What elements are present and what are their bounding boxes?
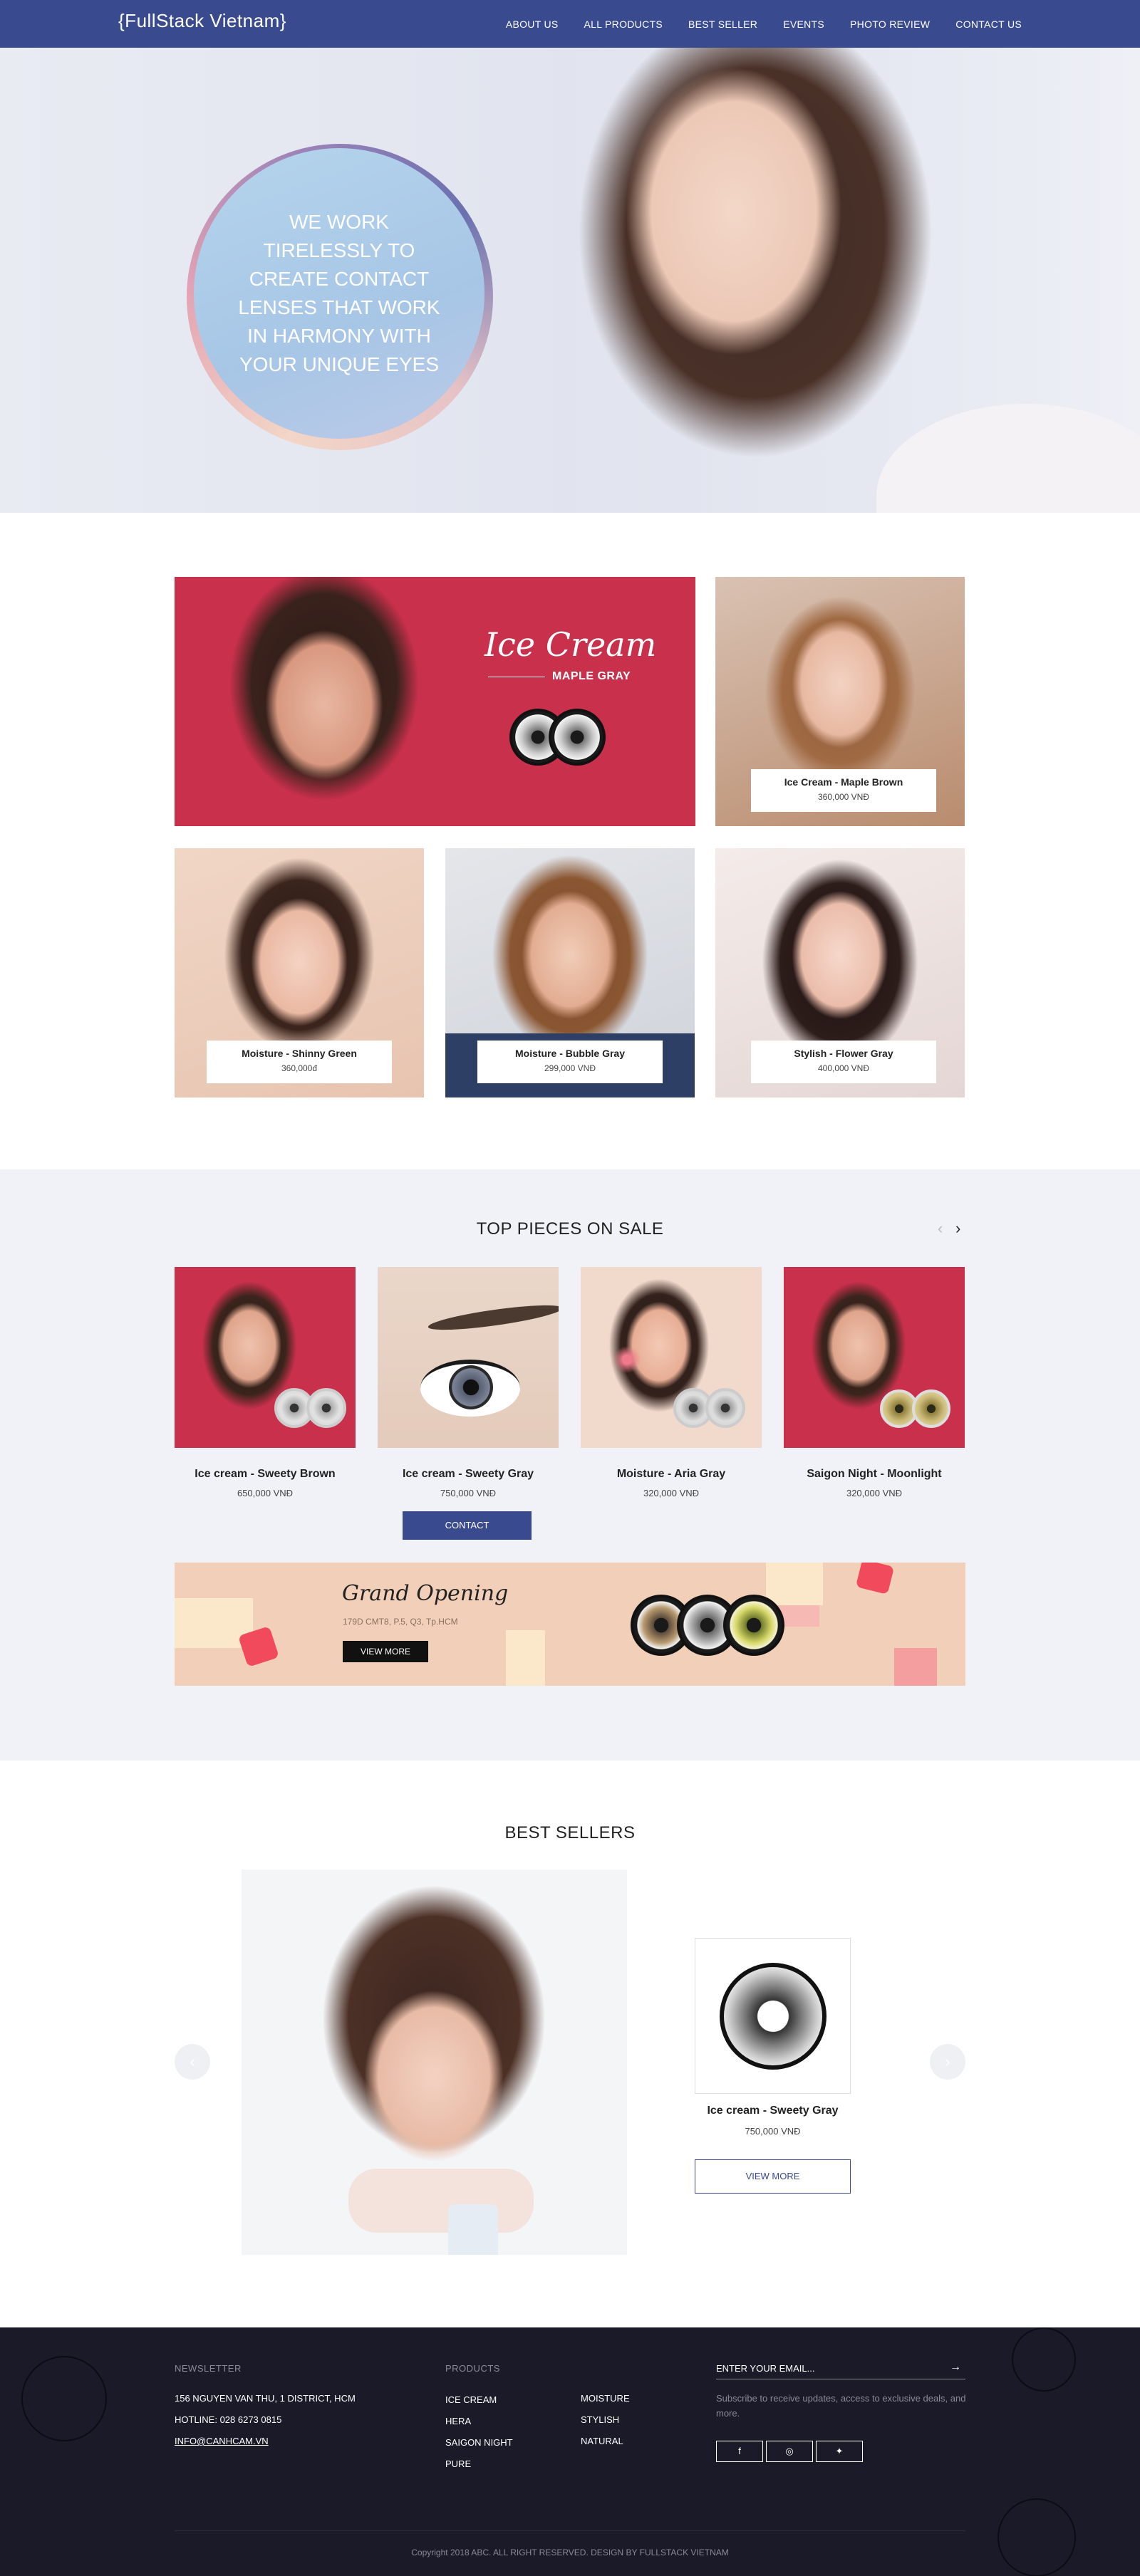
- footer-email-link[interactable]: INFO@CANHCAM.VN: [175, 2436, 269, 2446]
- banner-title: Ice Cream: [484, 625, 657, 664]
- footer-copyright: Copyright 2018 ABC. ALL RIGHT RESERVED. …: [411, 2548, 729, 2557]
- product-name: Moisture - Aria Gray: [616, 1468, 726, 1480]
- product-image: [378, 1267, 559, 1448]
- contact-button[interactable]: CONTACT: [403, 1511, 532, 1540]
- best-seller-next-icon[interactable]: ›: [930, 2044, 965, 2080]
- footer-hotline: HOTLINE: 028 6273 0815: [175, 2414, 282, 2425]
- newsletter-email-input[interactable]: [716, 2358, 965, 2379]
- product-price: 650,000 VNĐ: [237, 1488, 294, 1498]
- product-name: Saigon Night - Moonlight: [807, 1468, 942, 1480]
- best-seller-prev-icon[interactable]: ‹: [175, 2044, 210, 2080]
- footer-address: 156 NGUYEN VAN THU, 1 DISTRICT, HCM: [175, 2393, 356, 2404]
- products-heading: PRODUCTS: [445, 2363, 500, 2374]
- footer-product-link[interactable]: SAIGON NIGHT: [445, 2437, 513, 2448]
- tile-label: Moisture - Bubble Gray 299,000 VNĐ: [477, 1041, 663, 1083]
- nav-events[interactable]: EVENTS: [783, 19, 824, 30]
- tile-name: Ice Cream - Maple Brown: [784, 776, 903, 788]
- footer-product-link[interactable]: NATURAL: [581, 2436, 623, 2446]
- tile-name: Stylish - Flower Gray: [794, 1048, 893, 1059]
- tile-price: 360,000 VNĐ: [817, 792, 870, 802]
- tile-label: Stylish - Flower Gray 400,000 VNĐ: [751, 1041, 936, 1083]
- product-image: [175, 1267, 356, 1448]
- tile-name: Moisture - Bubble Gray: [514, 1048, 626, 1059]
- nav-photo-review[interactable]: PHOTO REVIEW: [850, 19, 930, 30]
- nav-all-products[interactable]: ALL PRODUCTS: [584, 19, 663, 30]
- facebook-icon[interactable]: f: [716, 2441, 763, 2462]
- product-card[interactable]: Ice cream - Sweety Gray 750,000 VNĐ: [378, 1267, 559, 1498]
- main-nav: ABOUT US ALL PRODUCTS BEST SELLER EVENTS…: [506, 0, 1022, 48]
- decor-block: [894, 1648, 937, 1686]
- product-name: Ice cream - Sweety Brown: [195, 1468, 336, 1480]
- tile-label: Ice Cream - Maple Brown 360,000 VNĐ: [751, 769, 936, 812]
- banner-model-image: [196, 577, 431, 826]
- footer-product-link[interactable]: PURE: [445, 2458, 471, 2469]
- nav-about-us[interactable]: ABOUT US: [506, 19, 559, 30]
- promo-address: 179D CMT8, P.5, Q3, Tp.HCM: [343, 1617, 458, 1627]
- footer-divider: [175, 2530, 965, 2531]
- decor-block: [506, 1630, 545, 1686]
- best-seller-name: Ice cream - Sweety Gray: [707, 2105, 839, 2117]
- decor-ring: [1012, 2327, 1076, 2392]
- hero-circle: WE WORK TIRELESSLY TO CREATE CONTACT LEN…: [194, 148, 484, 439]
- banner-subtitle: MAPLE GRAY: [552, 670, 631, 682]
- product-tile[interactable]: Moisture - Bubble Gray 299,000 VNĐ: [445, 848, 695, 1097]
- lens-image: [549, 709, 606, 766]
- site-footer: [0, 2327, 1140, 2576]
- instagram-icon[interactable]: ◎: [766, 2441, 813, 2462]
- nav-contact-us[interactable]: CONTACT US: [955, 19, 1022, 30]
- site-header: {FullStack Vietnam} ABOUT US ALL PRODUCT…: [0, 0, 1140, 48]
- decor-ring: [21, 2356, 107, 2441]
- decor-ring: [998, 2498, 1076, 2576]
- site-logo[interactable]: {FullStack Vietnam}: [118, 10, 286, 32]
- product-price: 320,000 VNĐ: [643, 1488, 700, 1498]
- product-name: Ice cream - Sweety Gray: [402, 1468, 534, 1480]
- footer-product-link[interactable]: HERA: [445, 2416, 471, 2426]
- footer-product-link[interactable]: MOISTURE: [581, 2393, 630, 2404]
- hero-banner: [0, 48, 1140, 513]
- best-seller-model-image: [242, 1870, 627, 2255]
- carousel-next-icon[interactable]: ›: [955, 1219, 960, 1238]
- newsletter-submit-arrow-icon[interactable]: →: [950, 2361, 961, 2374]
- footer-product-link[interactable]: ICE CREAM: [445, 2394, 497, 2405]
- product-price: 750,000 VNĐ: [440, 1488, 497, 1498]
- top-pieces-title: TOP PIECES ON SALE: [476, 1219, 664, 1239]
- decor-block: [766, 1563, 823, 1605]
- best-seller-view-more-button[interactable]: VIEW MORE: [695, 2159, 851, 2194]
- product-card[interactable]: Ice cream - Sweety Brown 650,000 VNĐ: [175, 1267, 356, 1498]
- product-image: [784, 1267, 965, 1448]
- tile-price: 400,000 VNĐ: [817, 1063, 870, 1073]
- nav-best-seller[interactable]: BEST SELLER: [688, 19, 757, 30]
- newsletter-description: Subscribe to receive updates, access to …: [716, 2393, 966, 2419]
- lens-image: [705, 1388, 745, 1428]
- product-tile[interactable]: Ice Cream - Maple Brown 360,000 VNĐ: [715, 577, 965, 826]
- newsletter-heading: NEWSLETTER: [175, 2363, 242, 2374]
- product-card[interactable]: Moisture - Aria Gray 320,000 VNĐ: [581, 1267, 762, 1498]
- lens-image: [912, 1389, 950, 1428]
- lens-image: [723, 1595, 784, 1656]
- lens-image: [306, 1388, 346, 1428]
- ice-cream-banner[interactable]: Ice Cream MAPLE GRAY: [175, 577, 695, 826]
- tile-price: 360,000đ: [281, 1063, 318, 1073]
- hero-tagline: WE WORK TIRELESSLY TO CREATE CONTACT LEN…: [238, 211, 440, 375]
- product-card[interactable]: Saigon Night - Moonlight 320,000 VNĐ: [784, 1267, 965, 1498]
- promo-title: Grand Opening: [342, 1581, 509, 1606]
- best-sellers-title: BEST SELLERS: [504, 1823, 636, 1842]
- tile-label: Moisture - Shinny Green 360,000đ: [207, 1041, 392, 1083]
- footer-product-link[interactable]: STYLISH: [581, 2414, 619, 2425]
- best-seller-product-image[interactable]: [695, 1938, 851, 2094]
- best-seller-price: 750,000 VNĐ: [745, 2126, 801, 2137]
- product-image: [581, 1267, 762, 1448]
- twitter-icon[interactable]: ✦: [816, 2441, 863, 2462]
- grand-opening-banner[interactable]: Grand Opening 179D CMT8, P.5, Q3, Tp.HCM…: [175, 1563, 965, 1686]
- tile-name: Moisture - Shinny Green: [242, 1048, 357, 1059]
- promo-view-more-button[interactable]: VIEW MORE: [343, 1641, 428, 1662]
- product-price: 320,000 VNĐ: [846, 1488, 903, 1498]
- product-tile[interactable]: Stylish - Flower Gray 400,000 VNĐ: [715, 848, 965, 1097]
- product-tile[interactable]: Moisture - Shinny Green 360,000đ: [175, 848, 424, 1097]
- heart-badge-icon: [855, 1563, 895, 1595]
- tile-price: 299,000 VNĐ: [544, 1063, 596, 1073]
- carousel-prev-icon[interactable]: ‹: [938, 1219, 943, 1238]
- lens-image: [720, 1963, 826, 2070]
